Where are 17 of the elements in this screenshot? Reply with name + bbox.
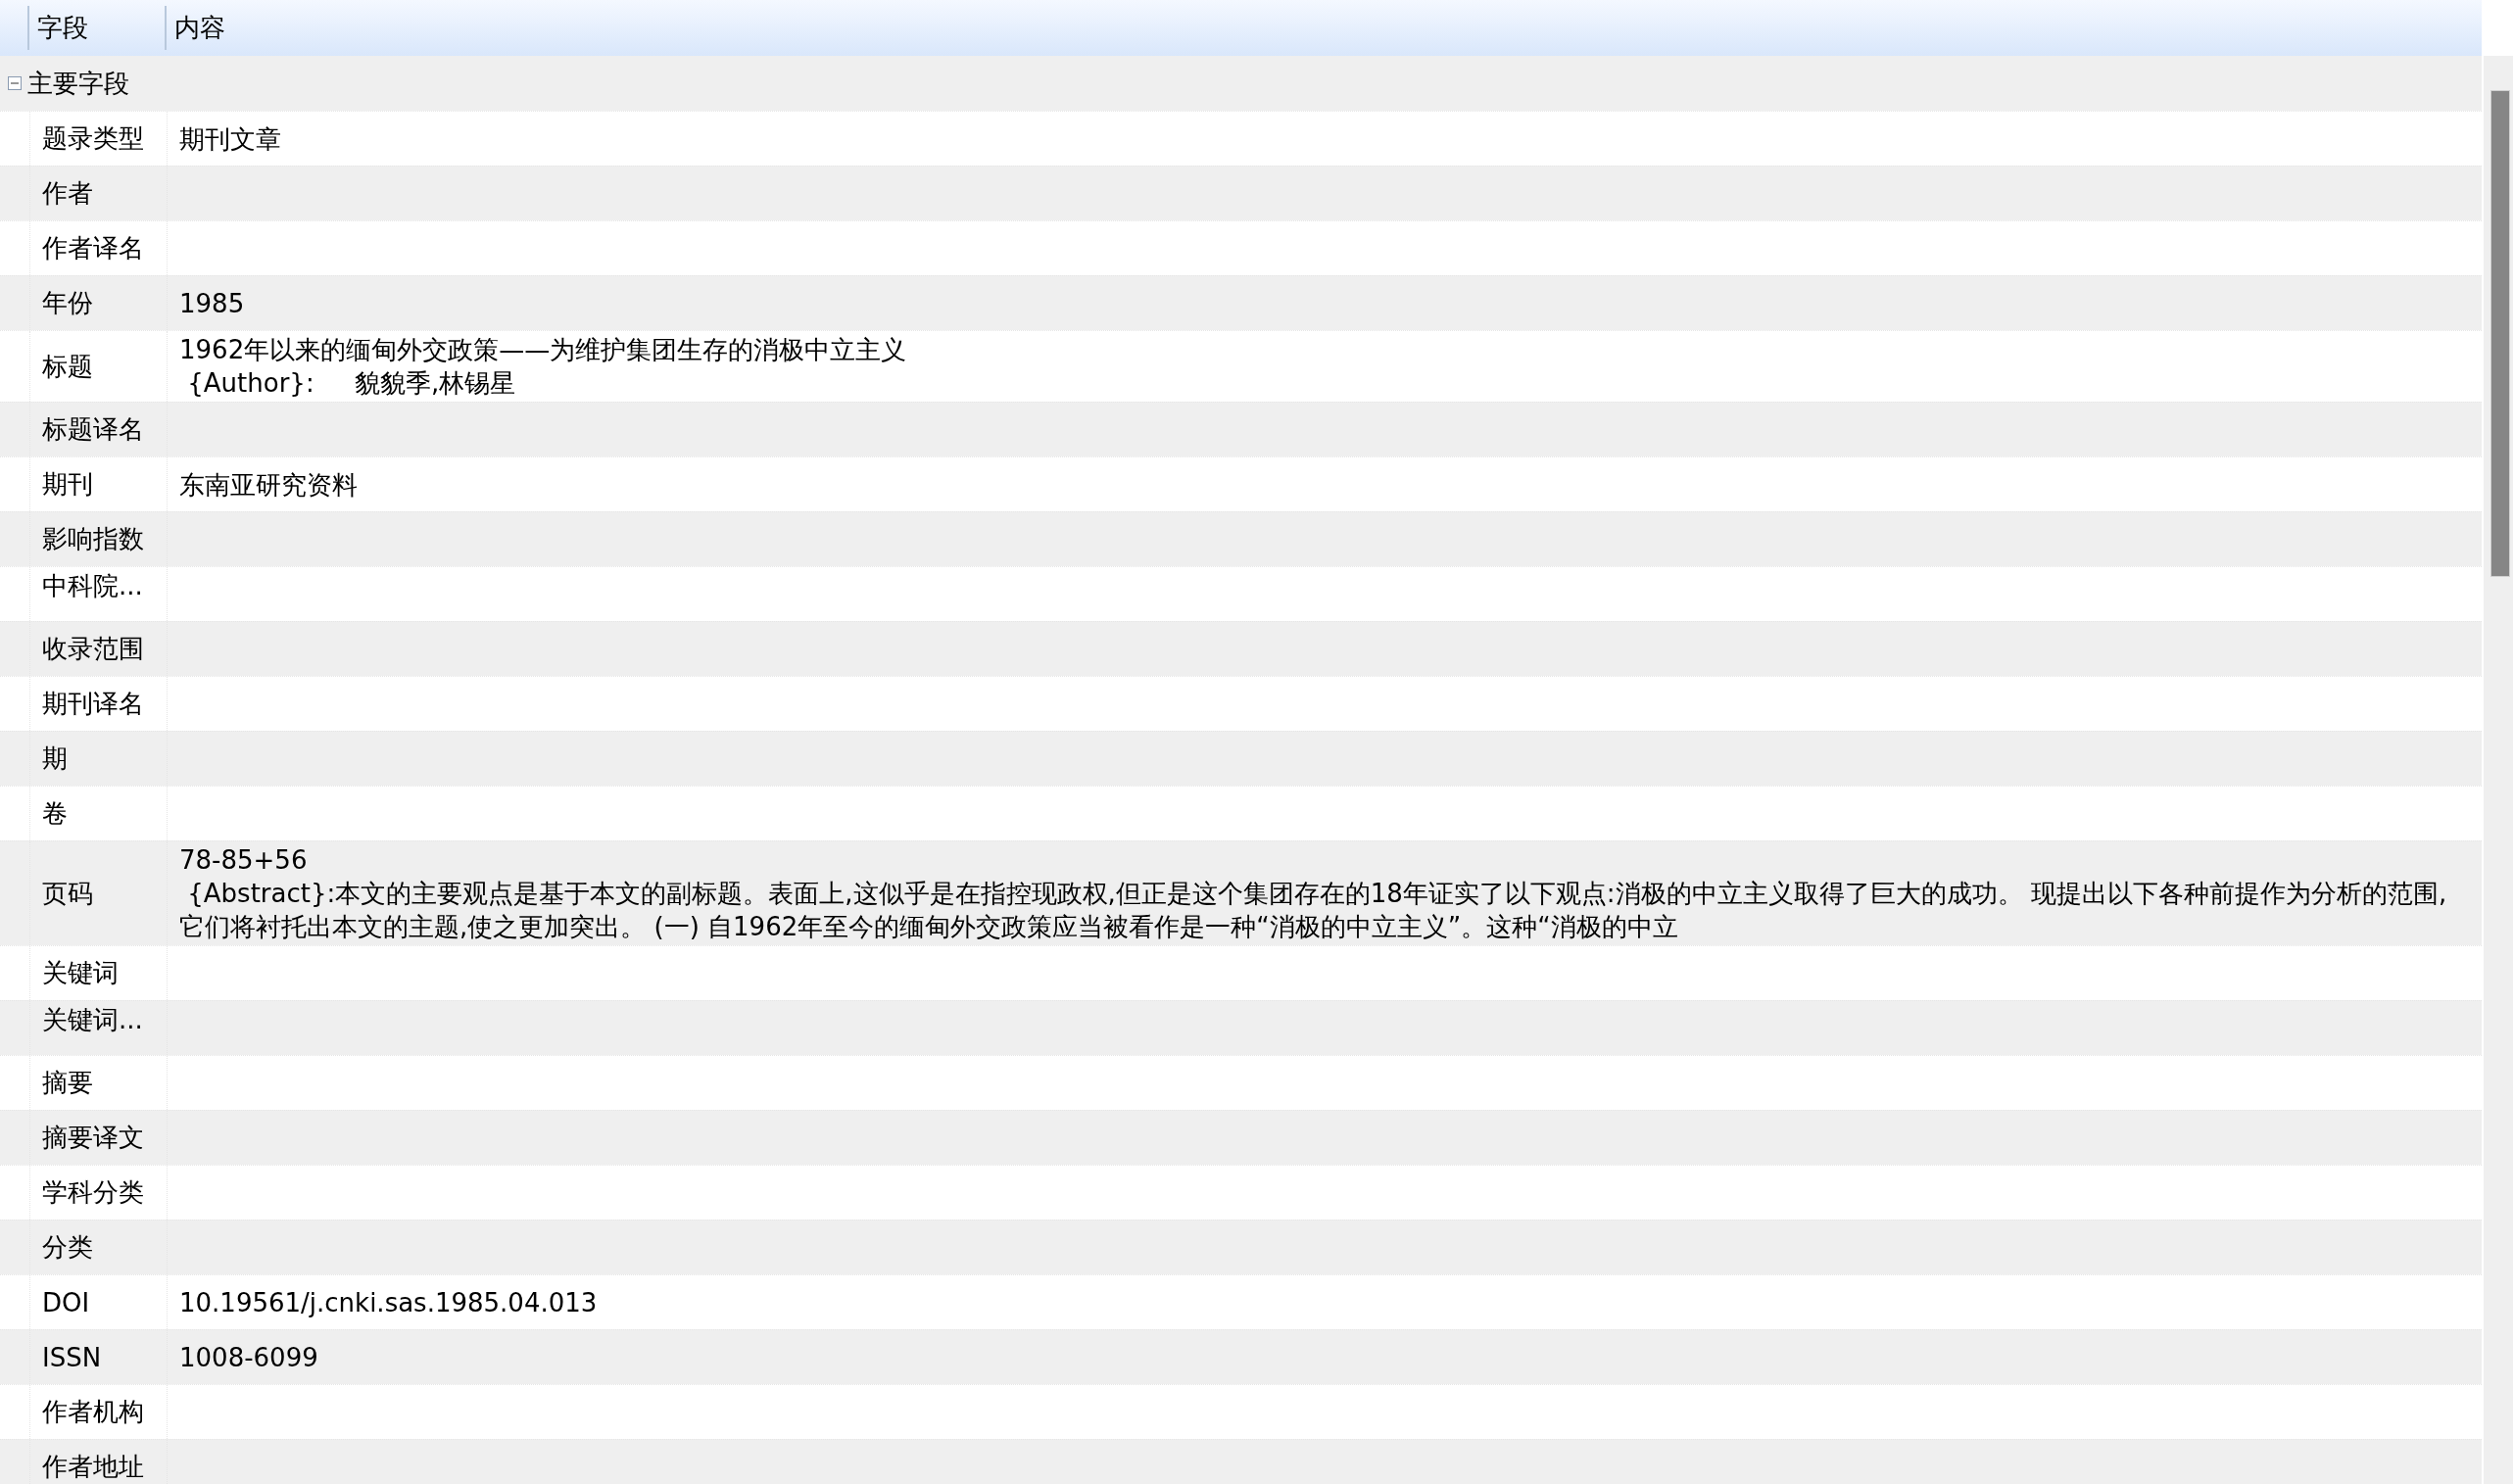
field-value: 78-85+56 [179,844,309,877]
field-value: 1985 [179,287,246,320]
group-label: 主要字段 [27,67,129,100]
field-value: 1962年以来的缅甸外交政策——为维护集团生存的消极中立主义 [179,334,908,366]
column-header[interactable]: 内容 [167,6,2482,50]
column-header[interactable]: 字段 [29,6,167,50]
scrollbar-thumb[interactable] [2490,90,2510,577]
field-value: {Abstract}:本文的主要观点是基于本文的副标题。表面上,这似乎是在指控现政权,但正是这个集团存在的18年证实了以下观点:消极的中立主义取得了巨大的成功。 现提出以下各种前提作为分析的范围,它们将衬托出本文的主题,使之更加突出。 (一) 自1962年至今的缅甸外交政策应当被看作是一种“消极的中立主义”。这种“消极的中立 [179,878,2448,943]
field-value: {Author}: 貌貌季,林锡星 [186,367,517,400]
field-name: 作者地址 [30,1440,168,1484]
field-value: 东南亚研究资料 [179,468,359,502]
collapse-icon[interactable] [8,76,22,90]
field-value: 1008-6099 [179,1341,319,1374]
scrollbar[interactable] [2482,56,2513,1484]
field-value: 期刊文章 [179,122,282,156]
field-value: 10.19561/j.cnki.sas.1985.04.013 [179,1286,599,1319]
group-row[interactable]: 主要字段 [0,56,2482,111]
